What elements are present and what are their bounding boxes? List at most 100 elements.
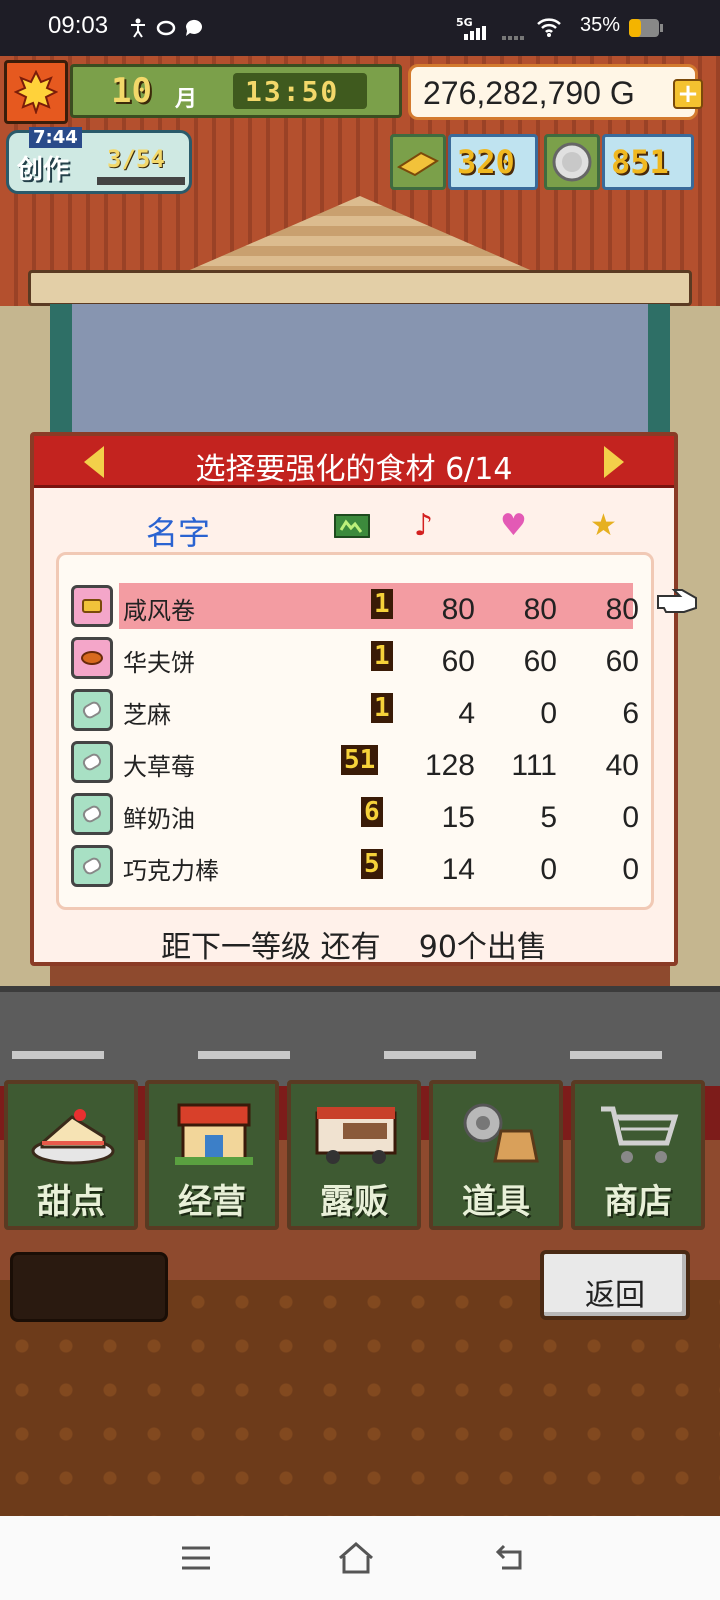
currency: G bbox=[609, 75, 635, 111]
ingredient-name: 华夫饼 bbox=[123, 649, 195, 677]
cart-icon bbox=[597, 1098, 683, 1170]
status-time: 09:03 bbox=[48, 12, 109, 39]
sync-icon bbox=[156, 20, 176, 36]
nav-label: 商店 bbox=[604, 1182, 672, 1222]
appeal-value: 5 bbox=[540, 801, 557, 834]
status-bar: 09:03 5G 35% bbox=[0, 0, 720, 56]
rating-value: 0 bbox=[622, 801, 639, 834]
appeal-value: 80 bbox=[523, 593, 557, 626]
nav-stall-button[interactable]: 露贩 bbox=[287, 1080, 421, 1230]
appeal-value: 0 bbox=[540, 697, 557, 730]
taste-value: 14 bbox=[441, 853, 475, 886]
create-count: 3/54 bbox=[107, 145, 165, 173]
create-label: 创作 bbox=[17, 155, 70, 185]
lane-mark bbox=[12, 1051, 104, 1059]
wifi-icon bbox=[537, 18, 561, 37]
nav-label: 甜点 bbox=[37, 1182, 105, 1222]
add-money-button[interactable]: + bbox=[673, 79, 703, 109]
month-label: 月 bbox=[175, 87, 198, 112]
info-slot bbox=[10, 1252, 168, 1322]
taste-value: 128 bbox=[424, 749, 475, 782]
ingredient-list: 咸风卷 1 80 80 80 华夫饼 1 60 60 60 芝麻 1 4 0 6… bbox=[56, 552, 654, 910]
dialog-title: 选择要强化的食材 6/14 bbox=[195, 452, 513, 487]
ingredient-name: 大草莓 bbox=[123, 753, 195, 781]
next-page-arrow-icon[interactable] bbox=[604, 446, 624, 478]
column-name-header: 名字 bbox=[146, 514, 211, 552]
list-item[interactable]: 华夫饼 1 60 60 60 bbox=[71, 635, 639, 681]
signal-2-icon bbox=[502, 36, 524, 40]
snack-icon bbox=[71, 585, 113, 627]
back-label: 返回 bbox=[585, 1278, 645, 1313]
quality-column-icon bbox=[334, 514, 370, 538]
taste-value: 15 bbox=[441, 801, 475, 834]
season-leaf-icon[interactable] bbox=[4, 60, 68, 124]
rating-value: 40 bbox=[605, 749, 639, 782]
medal-icon bbox=[544, 134, 600, 190]
taste-value: 60 bbox=[441, 645, 475, 678]
gear-bag-icon bbox=[455, 1098, 541, 1170]
rating-star-icon: ★ bbox=[590, 508, 617, 543]
ingredient-level: 51 bbox=[341, 745, 379, 775]
battery-icon bbox=[629, 19, 663, 37]
appeal-value: 0 bbox=[540, 853, 557, 886]
nav-items-button[interactable]: 道具 bbox=[429, 1080, 563, 1230]
pointer-hand-icon bbox=[657, 589, 697, 613]
medal-value: 851 bbox=[611, 143, 669, 181]
menu-icon[interactable] bbox=[180, 1544, 212, 1572]
list-item[interactable]: 巧克力棒 5 14 0 0 bbox=[71, 843, 639, 889]
clock-panel: 13:50 bbox=[233, 73, 367, 109]
list-item[interactable]: 大草莓 51 128 111 40 bbox=[71, 739, 639, 785]
ingredient-name: 芝麻 bbox=[123, 701, 171, 729]
nav-dessert-button[interactable]: 甜点 bbox=[4, 1080, 138, 1230]
ingredient-level: 1 bbox=[371, 589, 393, 619]
list-item[interactable]: 鲜奶油 6 15 5 0 bbox=[71, 791, 639, 837]
back-button[interactable]: 返回 bbox=[540, 1250, 690, 1320]
create-progress-bar bbox=[97, 177, 185, 185]
gold-counter[interactable]: 320 bbox=[448, 134, 538, 190]
accessibility-icon bbox=[131, 18, 145, 38]
ingredient-name: 巧克力棒 bbox=[123, 857, 219, 885]
lane-mark bbox=[384, 1051, 476, 1059]
taste-value: 4 bbox=[458, 697, 475, 730]
waffle-icon bbox=[71, 637, 113, 679]
ingredient-icon bbox=[71, 793, 113, 835]
create-panel[interactable]: 7:44 创作 3/54 bbox=[6, 127, 192, 194]
calendar-panel: 10 月 13:50 bbox=[70, 64, 402, 118]
list-item[interactable]: 芝麻 1 4 0 6 bbox=[71, 687, 639, 733]
appeal-heart-icon: ♥ bbox=[500, 508, 527, 543]
appeal-value: 60 bbox=[523, 645, 557, 678]
appeal-value: 111 bbox=[511, 749, 557, 782]
cake-icon bbox=[30, 1098, 116, 1170]
lane-mark bbox=[198, 1051, 290, 1059]
taste-column-icon: ♪ bbox=[414, 508, 434, 543]
rating-value: 6 bbox=[622, 697, 639, 730]
money-panel: 276,282,790 G + bbox=[408, 64, 703, 120]
gold-value: 320 bbox=[457, 143, 515, 181]
dialog-header: 选择要强化的食材 6/14 bbox=[34, 436, 674, 488]
medal-counter[interactable]: 851 bbox=[602, 134, 694, 190]
ingredient-icon bbox=[71, 741, 113, 783]
nav-store-button[interactable]: 商店 bbox=[571, 1080, 705, 1230]
message-icon bbox=[185, 19, 202, 36]
list-item[interactable]: 咸风卷 1 80 80 80 bbox=[71, 583, 639, 629]
ingredient-select-dialog: 选择要强化的食材 6/14 名字 ♪ ♥ ★ 咸风卷 1 80 80 80 华夫… bbox=[30, 432, 697, 966]
nav-label: 经营 bbox=[178, 1182, 246, 1222]
next-level-hint: 距下一等级 还有 90个出售 bbox=[161, 930, 547, 965]
ingredient-level: 1 bbox=[371, 641, 393, 671]
nav-label: 露贩 bbox=[320, 1182, 388, 1222]
rating-value: 60 bbox=[605, 645, 639, 678]
rating-value: 80 bbox=[605, 593, 639, 626]
nav-manage-button[interactable]: 经营 bbox=[145, 1080, 279, 1230]
month-number: 10 bbox=[111, 71, 152, 111]
system-navigation-bar bbox=[0, 1516, 720, 1600]
home-icon[interactable] bbox=[336, 1540, 376, 1574]
ingredient-name: 鲜奶油 bbox=[123, 805, 195, 833]
nav-label: 道具 bbox=[462, 1182, 530, 1222]
food-truck-icon bbox=[313, 1098, 399, 1170]
battery-percent: 35% bbox=[580, 14, 621, 36]
ingredient-icon bbox=[71, 689, 113, 731]
awning bbox=[28, 270, 692, 306]
back-nav-icon[interactable] bbox=[494, 1542, 530, 1572]
ingredient-name: 咸风卷 bbox=[123, 597, 195, 625]
ingredient-level: 1 bbox=[371, 693, 393, 723]
